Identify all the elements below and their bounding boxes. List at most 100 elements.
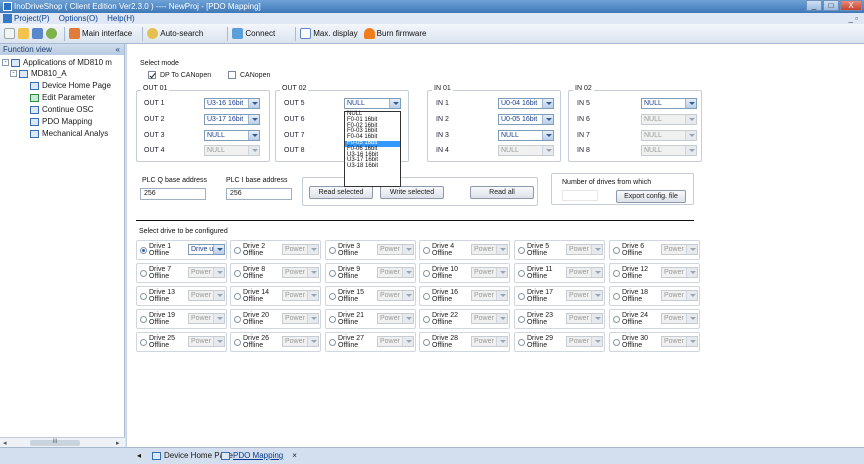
settings-icon[interactable] [46,28,57,39]
drive-radio[interactable] [329,247,336,254]
tab-pdo-mapping[interactable]: PDO Mapping × [221,451,297,460]
sidebar-item-continue-osc[interactable]: Continue OSC [30,104,94,115]
chevron-down-icon[interactable] [248,99,259,108]
save-icon[interactable] [32,28,43,39]
drive-radio[interactable] [423,247,430,254]
drive-radio[interactable] [518,270,525,277]
menu-help[interactable]: Help(H) [107,14,135,23]
drive-radio[interactable] [613,270,620,277]
drive-radio[interactable] [613,316,620,323]
checkbox-box[interactable] [228,71,236,79]
drive-radio[interactable] [423,316,430,323]
drive-radio[interactable] [234,339,241,346]
drive-radio[interactable] [234,247,241,254]
drive-card[interactable]: Drive 21 Offline Power u [325,309,416,329]
tree-node-md810[interactable]: - MD810_A [10,68,67,79]
out3-select[interactable]: NULL [204,130,260,141]
drive-card[interactable]: Drive 27 Offline Power u [325,332,416,352]
drives-count-input[interactable] [562,190,598,201]
drive-radio[interactable] [329,316,336,323]
connect-button[interactable]: Connect [232,28,275,39]
drive-card[interactable]: Drive 22 Offline Power u [419,309,510,329]
drive-radio[interactable] [423,293,430,300]
out2-select[interactable]: U3-17 16bit [204,114,260,125]
in5-select[interactable]: NULL [641,98,697,109]
chevron-down-icon[interactable] [248,131,259,140]
drive-radio[interactable] [518,247,525,254]
tab-close-icon[interactable]: × [292,451,297,460]
drive-radio[interactable] [329,293,336,300]
drive-card[interactable]: Drive 29 Offline Power u [514,332,605,352]
drive-card[interactable]: Drive 24 Offline Power u [609,309,700,329]
drive-radio[interactable] [423,270,430,277]
burn-firmware-button[interactable]: Burn firmware [363,28,426,39]
close-button[interactable]: X [840,0,862,11]
chevron-down-icon[interactable] [542,115,553,124]
scroll-left-icon[interactable]: ◂ [3,439,7,447]
drive-card[interactable]: Drive 25 Offline Power u [136,332,227,352]
tree-root[interactable]: - Applications of MD810 m [2,57,112,68]
maximize-button[interactable]: □ [823,0,839,11]
drive-radio[interactable] [518,293,525,300]
drive-radio[interactable] [423,339,430,346]
minimize-button[interactable]: _ [806,0,822,11]
scroll-right-icon[interactable]: ▸ [116,439,120,447]
drive-card[interactable]: Drive 26 Offline Power u [230,332,321,352]
write-selected-button[interactable]: Write selected [380,186,444,199]
collapse-icon[interactable]: - [2,59,9,66]
drive-radio[interactable] [140,270,147,277]
drive-card[interactable]: Drive 10 Offline Power u [419,263,510,283]
drive-radio[interactable] [613,339,620,346]
out5-dropdown-list[interactable]: NULL F0-01 16bit F0-02 16bit F0-03 16bit F0-… [344,111,401,187]
read-selected-button[interactable]: Read selected [309,186,373,199]
open-icon[interactable] [18,28,29,39]
drive-radio[interactable] [613,293,620,300]
drive-radio[interactable] [140,316,147,323]
mdi-controls[interactable]: _ ▫ [848,13,858,24]
tabs-nav-left-icon[interactable]: ◂ [137,451,141,460]
sidebar-item-mechanical-analysis[interactable]: Mechanical Analys [30,128,108,139]
drive-card[interactable]: Drive 17 Offline Power u [514,286,605,306]
drive-card[interactable]: Drive 20 Offline Power u [230,309,321,329]
drive-card[interactable]: Drive 3 Offline Power u [325,240,416,260]
drive-radio[interactable] [234,316,241,323]
read-all-button[interactable]: Read all [470,186,534,199]
sidebar-item-device-home-page[interactable]: Device Home Page [30,80,111,91]
in2-select[interactable]: U0-05 16bit [498,114,554,125]
drive-card[interactable]: Drive 8 Offline Power u [230,263,321,283]
drive-card[interactable]: Drive 14 Offline Power u [230,286,321,306]
drive-card[interactable]: Drive 12 Offline Power u [609,263,700,283]
drive-card[interactable]: Drive 1 Offline Drive unit [136,240,227,260]
main-interface-button[interactable]: Main interface [69,28,132,39]
drive-card[interactable]: Drive 13 Offline Power u [136,286,227,306]
drive-card[interactable]: Drive 2 Offline Power u [230,240,321,260]
plc-q-input[interactable]: 256 [140,188,206,200]
dp-to-canopen-checkbox[interactable]: DP To CANopen [148,71,211,79]
drive-card[interactable]: Drive 19 Offline Power u [136,309,227,329]
menu-project[interactable]: Project(P) [14,14,50,23]
drive-radio[interactable] [140,293,147,300]
collapse-icon[interactable]: - [10,70,17,77]
sidebar-item-pdo-mapping[interactable]: PDO Mapping [30,116,92,127]
drive-card[interactable]: Drive 6 Offline Power u [609,240,700,260]
drive-card[interactable]: Drive 16 Offline Power u [419,286,510,306]
canopen-checkbox[interactable]: CANopen [228,71,270,79]
scroll-thumb[interactable]: III [30,439,80,446]
pin-icon[interactable]: « [116,44,120,55]
drive-card[interactable]: Drive 11 Offline Power u [514,263,605,283]
drive-card[interactable]: Drive 28 Offline Power u [419,332,510,352]
drive-radio[interactable] [613,247,620,254]
sidebar-horizontal-scrollbar[interactable]: ◂ III ▸ [0,437,125,447]
drive-radio[interactable] [329,339,336,346]
chevron-down-icon[interactable] [248,115,259,124]
drive-radio[interactable] [234,270,241,277]
drive-card[interactable]: Drive 18 Offline Power u [609,286,700,306]
drive-card[interactable]: Drive 9 Offline Power u [325,263,416,283]
plc-i-input[interactable]: 256 [226,188,292,200]
drive-radio[interactable] [140,247,147,254]
sidebar-item-edit-parameter[interactable]: Edit Parameter [30,92,95,103]
drive-card[interactable]: Drive 7 Offline Power u [136,263,227,283]
drive-card[interactable]: Drive 15 Offline Power u [325,286,416,306]
drive-radio[interactable] [518,339,525,346]
drive-card[interactable]: Drive 30 Offline Power u [609,332,700,352]
